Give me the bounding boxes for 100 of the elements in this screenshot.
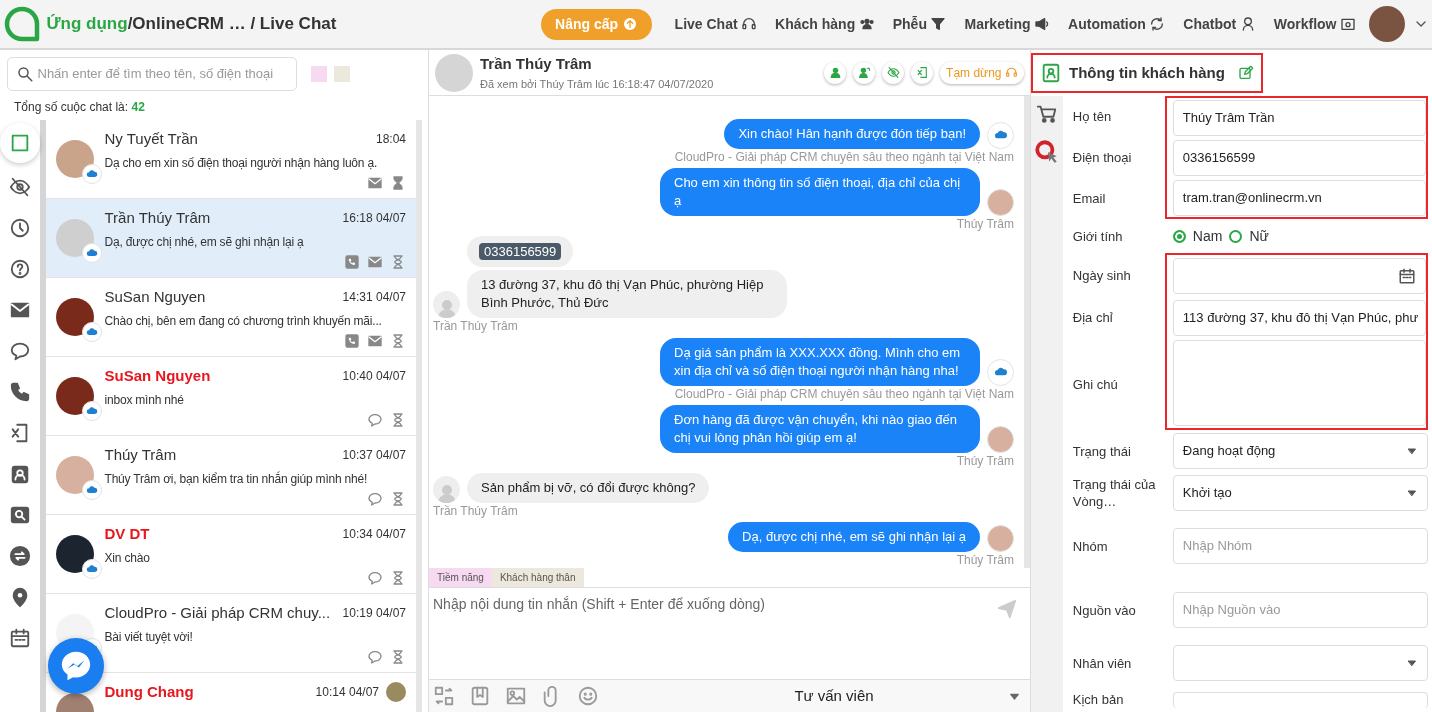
conversation-item[interactable]: SuSan Nguyen 10:40 04/07 inbox mình nhé bbox=[46, 356, 416, 436]
search-icon bbox=[16, 65, 34, 83]
text-field[interactable]: 113 đường 37, khu đô thị Vạn Phúc, phư bbox=[1172, 299, 1426, 336]
message-time: 10:19 04/07 bbox=[342, 604, 406, 622]
field-label: Ngày sinh bbox=[1072, 266, 1132, 284]
speech-bubble-icon bbox=[9, 340, 31, 362]
contact-avatar bbox=[56, 218, 94, 257]
square-tab[interactable] bbox=[0, 123, 40, 163]
gear-box-icon bbox=[1340, 16, 1356, 32]
messenger-button[interactable] bbox=[48, 638, 104, 694]
search-icon bbox=[9, 504, 31, 526]
conversation-item[interactable]: Thúy Trâm 10:37 04/07 Thúy Trâm ơi, bạn kiểm tra tin nhắn giúp mình nhé! bbox=[46, 435, 416, 515]
nav-link[interactable]: Phễu bbox=[883, 13, 956, 35]
cart-icon[interactable] bbox=[1035, 103, 1058, 125]
headset-icon bbox=[1005, 66, 1018, 79]
clock-icon bbox=[9, 217, 31, 239]
field-label: Trạng thái bbox=[1072, 442, 1132, 460]
user-button[interactable] bbox=[824, 61, 847, 84]
message-time: 10:37 04/07 bbox=[342, 446, 406, 464]
nav-link[interactable]: Marketing bbox=[955, 13, 1060, 35]
radio-button[interactable] bbox=[1229, 229, 1243, 243]
agent-avatar bbox=[987, 426, 1014, 453]
message-bubble: Dạ, được chị nhé, em sẽ ghi nhận lại ạ bbox=[728, 522, 980, 552]
nav-link[interactable]: Automation bbox=[1059, 13, 1175, 35]
message-preview: Xin chào bbox=[104, 549, 151, 567]
speech-bubble-icon bbox=[367, 649, 383, 665]
panel-title: Thông tin khách hàng bbox=[1069, 62, 1225, 83]
user-question-button[interactable] bbox=[853, 61, 876, 84]
nav-link[interactable]: Chatbot bbox=[1174, 13, 1265, 35]
message-preview: inbox mình nhé bbox=[104, 391, 185, 409]
nav-link[interactable]: Live Chat bbox=[665, 13, 767, 35]
eye-slash-button[interactable] bbox=[882, 61, 905, 84]
field-label: Nhân viên bbox=[1072, 654, 1133, 672]
eye-slash-icon bbox=[886, 66, 900, 79]
swap-box-icon[interactable] bbox=[432, 685, 455, 707]
message-bubble: 13 đường 37, khu đô thị Vạn Phúc, phường Hiệp Bình Phước, Thủ Đức bbox=[467, 270, 787, 318]
radio-label: Nữ bbox=[1249, 226, 1269, 246]
conversation-item[interactable]: Ny Tuyết Trần 18:04 Dạ cho em xin số điện thoại người nhận hàng luôn ạ. bbox=[46, 119, 416, 199]
select-field[interactable]: Đang hoạt động bbox=[1172, 433, 1428, 469]
square-icon bbox=[9, 132, 31, 154]
field-label: Địa chỉ bbox=[1072, 309, 1114, 326]
send-icon[interactable] bbox=[996, 598, 1018, 620]
date-field[interactable] bbox=[1172, 258, 1426, 294]
contact-name: Thúy Trâm bbox=[104, 444, 177, 465]
tag-filter-swatch[interactable] bbox=[311, 66, 327, 82]
sign-in-button[interactable] bbox=[911, 61, 934, 84]
contact-name: Trần Thúy Trâm bbox=[480, 54, 593, 74]
eye-slash-icon bbox=[9, 176, 31, 198]
radio-button[interactable] bbox=[1172, 229, 1186, 243]
hourglass-icon bbox=[390, 175, 406, 191]
agent-avatar bbox=[987, 189, 1014, 216]
field-label: Ghi chú bbox=[1072, 375, 1119, 393]
contact-name: SuSan Nguyen bbox=[104, 365, 211, 386]
conversation-item[interactable]: DV DT 10:34 04/07 Xin chào bbox=[46, 514, 416, 594]
sender-name: Thúy Trâm bbox=[956, 453, 1014, 469]
contact-name: Ny Tuyết Trần bbox=[104, 128, 198, 149]
message-time: 10:14 04/07 bbox=[315, 683, 379, 701]
text-field[interactable]: tram.tran@onlinecrm.vn bbox=[1172, 179, 1426, 216]
breadcrumb-path: /OnlineCRM … / Live Chat bbox=[127, 13, 337, 36]
cursor-target-icon[interactable] bbox=[1033, 139, 1060, 165]
swap-arrows-icon bbox=[9, 545, 31, 567]
contact-name: Dung Chang bbox=[104, 681, 194, 702]
tag-filter-swatch[interactable] bbox=[334, 66, 350, 82]
speech-bubble-icon bbox=[367, 570, 383, 586]
speech-bubble-logo-icon[interactable] bbox=[3, 6, 40, 42]
phone-number[interactable]: 0336156599 bbox=[479, 242, 562, 260]
field-label: Kịch bản bbox=[1072, 691, 1125, 708]
message-bubble: Sản phẩm bị vỡ, có đổi được không? bbox=[467, 472, 710, 503]
speech-bubble-icon bbox=[367, 491, 383, 507]
messenger-icon bbox=[59, 649, 93, 683]
contact-name: CloudPro - Giải pháp CRM chuy... bbox=[104, 602, 331, 623]
speech-bubble-icon bbox=[367, 412, 383, 428]
field-label: Email bbox=[1072, 190, 1107, 207]
user-avatar[interactable] bbox=[1368, 6, 1405, 42]
nav-link[interactable]: Workflow bbox=[1264, 13, 1365, 35]
users-icon bbox=[858, 16, 875, 32]
envelope-icon bbox=[367, 333, 383, 349]
image-icon[interactable] bbox=[504, 685, 527, 707]
text-field[interactable]: Thúy Trâm Trần bbox=[1172, 99, 1426, 136]
seen-status: Đã xem bởi Thúy Trâm lúc 16:18:47 04/07/2020 bbox=[480, 76, 715, 92]
conversation-item[interactable]: SuSan Nguyen 14:31 04/07 Chào chị, bên em đang có chương trình khuyến mãi... bbox=[46, 277, 416, 357]
smiley-icon[interactable] bbox=[576, 685, 599, 707]
user-icon bbox=[828, 66, 842, 79]
contact-avatar bbox=[56, 297, 94, 336]
help-icon bbox=[9, 258, 31, 280]
text-field[interactable]: 0336156599 bbox=[1172, 139, 1426, 176]
contact-avatar bbox=[435, 53, 473, 92]
contact-name: Trần Thúy Trâm bbox=[104, 207, 211, 228]
select-field[interactable]: Khởi tạo bbox=[1172, 475, 1428, 511]
edit-icon[interactable] bbox=[1237, 65, 1254, 81]
phone-icon bbox=[9, 381, 31, 403]
tag-label: Khách hàng thân bbox=[491, 568, 584, 587]
caret-icon bbox=[1406, 657, 1418, 669]
sender-name: Thúy Trâm bbox=[956, 552, 1014, 568]
select-field[interactable] bbox=[1172, 645, 1428, 681]
caret-icon bbox=[1406, 487, 1418, 499]
conversation-item[interactable]: Trần Thúy Trâm 16:18 04/07 Dạ, được chị nhé, em sẽ ghi nhận lại ạ bbox=[46, 198, 416, 278]
envelope-icon bbox=[367, 175, 383, 191]
nav-link[interactable]: Khách hàng bbox=[766, 13, 884, 35]
contact-avatar bbox=[56, 376, 94, 415]
